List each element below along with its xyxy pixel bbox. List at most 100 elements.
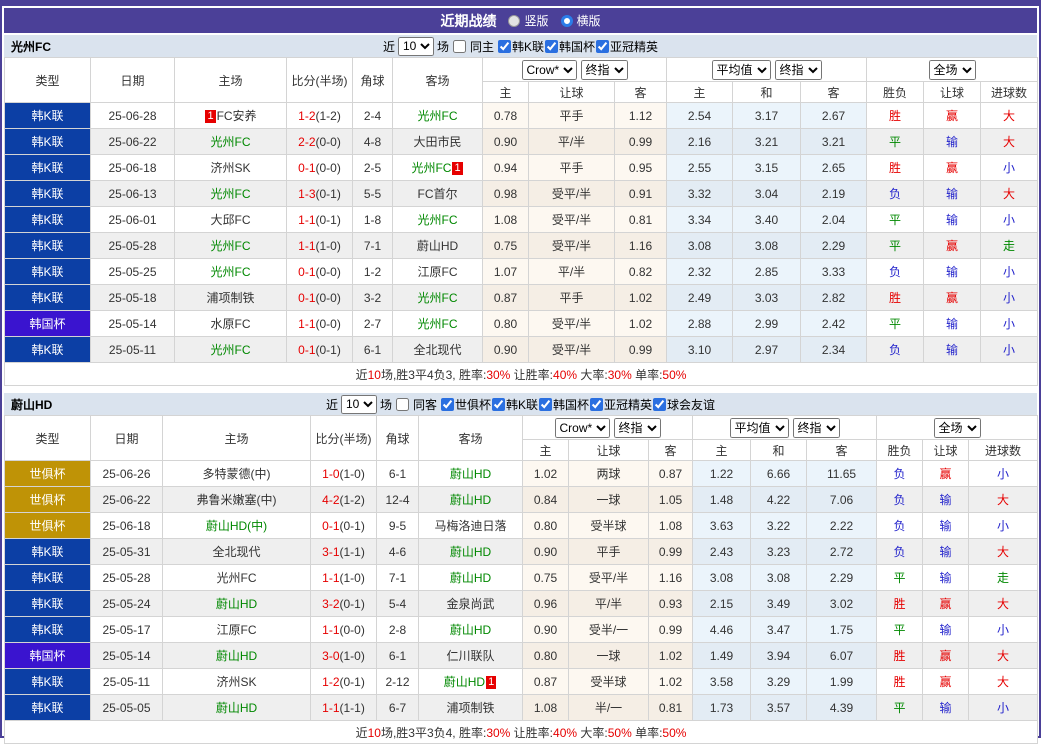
subcol-avg-draw: 和: [751, 440, 807, 461]
summary-segment: 10: [368, 726, 381, 740]
league-filter-checkbox[interactable]: [596, 40, 609, 53]
odds-home-cell: 0.87: [483, 285, 529, 311]
same-venue-checkbox[interactable]: [453, 40, 466, 53]
col-header-date: 日期: [91, 58, 175, 103]
result-cell: 胜: [877, 591, 923, 617]
avg-stage-select[interactable]: 终指: [793, 418, 840, 438]
corner-cell: 6-1: [377, 643, 419, 669]
avg-away-cell: 2.29: [807, 565, 877, 591]
match-count-select[interactable]: 10: [341, 395, 377, 414]
odds-home-cell: 0.94: [483, 155, 529, 181]
avg-draw-cell: 6.66: [751, 461, 807, 487]
handicap-result-cell: 输: [924, 207, 981, 233]
odds-stage-select[interactable]: 终指: [581, 60, 628, 80]
summary-segment: 近: [356, 368, 368, 382]
odds-handicap-cell: 半/一: [569, 695, 649, 721]
league-filter[interactable]: 韩K联: [491, 396, 538, 413]
title-bar: 近期战绩 竖版 横版: [4, 8, 1037, 33]
subcol-odds-away: 客: [615, 82, 667, 103]
avg-select[interactable]: 平均值: [712, 60, 771, 80]
avg-away-cell: 2.22: [807, 513, 877, 539]
league-badge: 韩国杯: [5, 643, 91, 669]
league-filter-checkbox[interactable]: [590, 398, 603, 411]
odds-handicap-cell: 受平/半: [529, 337, 615, 363]
match-row: 韩K联25-05-11济州SK1-2(0-1)2-12蔚山HD10.87受半球1…: [5, 669, 1038, 695]
away-team-cell: 仁川联队: [419, 643, 523, 669]
halftime-score: (0-1): [316, 187, 341, 201]
avg-stage-select[interactable]: 终指: [775, 60, 822, 80]
date-cell: 25-06-18: [91, 155, 175, 181]
home-team-cell: 江原FC: [163, 617, 311, 643]
odds-home-cell: 0.90: [523, 539, 569, 565]
date-cell: 25-06-22: [91, 129, 175, 155]
league-badge: 韩K联: [5, 285, 91, 311]
avg-away-cell: 3.33: [801, 259, 867, 285]
team-name: 仁川联队: [446, 649, 494, 663]
match-row: 韩K联25-05-17江原FC1-1(0-0)2-8蔚山HD0.90受半/一0.…: [5, 617, 1038, 643]
league-filter-checkbox[interactable]: [498, 40, 511, 53]
result-cell: 负: [867, 181, 924, 207]
scope-select[interactable]: 全场: [934, 418, 981, 438]
odds-away-cell: 1.05: [649, 487, 693, 513]
result-cell: 负: [877, 461, 923, 487]
subcol-result: 胜负: [867, 82, 924, 103]
league-filter[interactable]: 韩国杯: [538, 396, 589, 413]
handicap-result-cell: 输: [923, 513, 969, 539]
fulltime-score: 2-2: [298, 135, 315, 149]
league-badge: 世俱杯: [5, 513, 91, 539]
result-cell: 负: [867, 259, 924, 285]
date-cell: 25-05-11: [91, 669, 163, 695]
league-filter-checkbox[interactable]: [545, 40, 558, 53]
odds-away-cell: 0.99: [615, 129, 667, 155]
avg-draw-cell: 3.22: [751, 513, 807, 539]
odds-handicap-cell: 平手: [529, 103, 615, 129]
radio-selected-icon: [508, 15, 520, 27]
odds-home-cell: 0.90: [483, 337, 529, 363]
league-filter-checkbox[interactable]: [653, 398, 666, 411]
odds-away-cell: 0.81: [615, 207, 667, 233]
layout-radio-horizontal[interactable]: 横版: [561, 12, 601, 29]
league-filter[interactable]: 亚冠精英: [589, 396, 652, 413]
scope-select[interactable]: 全场: [929, 60, 976, 80]
same-venue-checkbox[interactable]: [396, 398, 409, 411]
odds-handicap-cell: 一球: [569, 643, 649, 669]
home-team-cell: 光州FC: [175, 181, 287, 207]
avg-select[interactable]: 平均值: [730, 418, 789, 438]
corner-cell: 7-1: [377, 565, 419, 591]
match-count-select[interactable]: 10: [398, 37, 434, 56]
team-name: 蔚山HD: [450, 623, 491, 637]
league-filter-checkbox[interactable]: [441, 398, 454, 411]
league-filter-checkbox[interactable]: [492, 398, 505, 411]
score-cell: 0-1(0-1): [287, 337, 353, 363]
odds-handicap-cell: 受平/半: [529, 233, 615, 259]
team-name: 蔚山HD: [450, 545, 491, 559]
bookmaker-select[interactable]: Crow*: [522, 60, 577, 80]
team-name: 浦项制铁: [446, 701, 494, 715]
handicap-result-cell: 赢: [924, 103, 981, 129]
layout-radio-vertical[interactable]: 竖版: [508, 12, 548, 29]
league-filter[interactable]: 韩国杯: [544, 38, 595, 55]
goals-result-cell: 小: [981, 311, 1038, 337]
odds-handicap-cell: 两球: [569, 461, 649, 487]
odds-away-cell: 1.02: [649, 669, 693, 695]
team-name: 光州FC: [211, 239, 251, 253]
league-filter-checkbox[interactable]: [539, 398, 552, 411]
league-filter[interactable]: 球会友谊: [652, 396, 715, 413]
odds-stage-select[interactable]: 终指: [614, 418, 661, 438]
league-filter[interactable]: 世俱杯: [440, 396, 491, 413]
col-header-score: 比分(半场): [287, 58, 353, 103]
odds-handicap-cell: 受平/半: [569, 565, 649, 591]
goals-result-cell: 大: [981, 129, 1038, 155]
avg-away-cell: 2.65: [801, 155, 867, 181]
odds-source-header: Crow*终指: [523, 416, 693, 440]
league-filter[interactable]: 亚冠精英: [595, 38, 658, 55]
away-team-cell: 蔚山HD: [419, 565, 523, 591]
summary-segment: 40%: [553, 726, 577, 740]
league-filter[interactable]: 韩K联: [497, 38, 544, 55]
col-header-corner: 角球: [353, 58, 393, 103]
avg-draw-cell: 3.47: [751, 617, 807, 643]
bookmaker-select[interactable]: Crow*: [555, 418, 610, 438]
handicap-result-cell: 赢: [923, 461, 969, 487]
score-cell: 0-1(0-0): [287, 155, 353, 181]
result-cell: 平: [867, 311, 924, 337]
